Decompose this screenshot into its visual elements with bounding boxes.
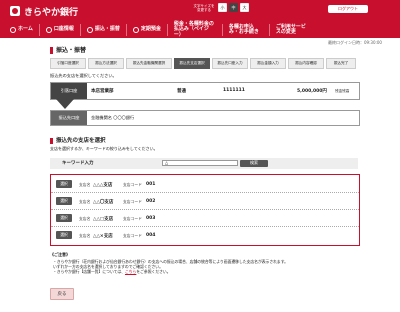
intro-text: 振込先の支店を選択してください。 [50, 73, 117, 78]
main-nav: ホーム 口座情報 振込・振替 定期預金 税金・各種料金の払込み（ペイジー） 各種… [0, 20, 316, 38]
note-link-suffix: をご参照ください。 [136, 269, 171, 274]
from-account-label: 引落口座 [51, 83, 87, 99]
keyword-input[interactable] [162, 160, 238, 166]
step-2: 振込方法選択 [88, 58, 124, 69]
to-bank-name: 金融機関名 〇〇〇銀行 [91, 115, 135, 120]
branch-name: △△□支店 [93, 216, 114, 222]
bank-name: きらやか銀行 [24, 7, 79, 18]
transfer-icon [86, 27, 93, 33]
nav-applications[interactable]: 各種お申込み・お手続き [223, 24, 270, 36]
nav-label: 各種お申込み・お手続き [228, 23, 259, 35]
nav-account-info[interactable]: 口座情報 [40, 24, 81, 36]
nav-transfer[interactable]: 振込・振替 [81, 24, 127, 36]
to-account-row: 振込先口座 金融機関名 〇〇〇銀行 [50, 110, 360, 126]
note-text: きらやか銀行【店舗一覧】については、 [56, 269, 125, 274]
branch-section-subtitle: 支店を選択するか、キーワードの絞り込みをしてください。 [50, 146, 158, 151]
nav-home[interactable]: ホーム [4, 24, 40, 36]
back-button[interactable]: 戻る [50, 288, 74, 300]
step-6: 振込金額入力 [250, 58, 286, 69]
branch-name: △△△支店 [93, 182, 113, 188]
notes: 《ご注意》 ・きらやか銀行（荘内銀行および仙台銀行あわせ銀行）の支店への振込の場… [50, 252, 350, 274]
select-button[interactable]: 選択 [56, 214, 72, 222]
down-arrow-icon [56, 99, 74, 109]
last-login: 最終ログイン日時：09:30:00 [328, 40, 382, 45]
home-icon [10, 27, 16, 33]
nav-label: 口座情報 [53, 26, 74, 33]
from-balance: 5,000,000円 [297, 89, 327, 94]
branch-name-label: 支店名 [79, 233, 91, 238]
page-title: 振込・振替 [50, 47, 366, 54]
nav-label: 税金・各種料金の払込み（ペイジー） [173, 20, 214, 38]
search-button[interactable]: 検索 [240, 159, 268, 167]
step-indicator: 引落口座選択 振込方法選択 振込先金融機関選択 振込先支店選択 振込先口座入力 … [50, 58, 358, 69]
branch-code: 002 [146, 198, 156, 204]
select-button[interactable]: 選択 [56, 180, 72, 188]
notes-title: 《ご注意》 [50, 252, 70, 257]
branch-code-label: 支店コード [123, 216, 142, 221]
to-account-label: 振込先口座 [51, 111, 87, 125]
page: きらやか銀行 文字サイズを変更する 小 中 大 ログアウト ホーム 口座情報 振… [0, 0, 400, 312]
from-account-number: 1111111 [223, 88, 245, 93]
branch-row: 選択 支店名 △△△支店 支店コード 001 [51, 177, 359, 193]
branch-row: 選択 支店名 △△×支店 支店コード 004 [51, 228, 359, 243]
branch-code-label: 支店コード [123, 182, 142, 187]
from-account-type: 普通 [177, 89, 186, 94]
step-3: 振込先金融機関選択 [126, 58, 172, 69]
font-size-small-button[interactable]: 小 [218, 3, 227, 12]
font-size-label: 文字サイズを変更する [193, 3, 215, 12]
branch-code: 003 [146, 215, 156, 221]
deposit-icon [132, 27, 139, 33]
nav-payments[interactable]: 税金・各種料金の払込み（ペイジー） [168, 20, 223, 38]
step-5: 振込先口座入力 [212, 58, 248, 69]
branch-name-label: 支店名 [79, 199, 91, 204]
bank-logo-icon [10, 6, 20, 16]
step-4-current: 振込先支店選択 [174, 58, 210, 69]
select-button[interactable]: 選択 [56, 231, 72, 239]
select-button[interactable]: 選択 [56, 197, 72, 205]
header: きらやか銀行 文字サイズを変更する 小 中 大 ログアウト ホーム 口座情報 振… [0, 0, 400, 38]
account-icon [45, 27, 52, 33]
step-8: 振込完了 [326, 58, 356, 69]
branch-name-label: 支店名 [79, 216, 91, 221]
bank-logo[interactable]: きらやか銀行 [10, 5, 79, 18]
branch-code-label: 支店コード [123, 233, 142, 238]
branch-row: 選択 支店名 △△□支店 支店コード 003 [51, 211, 359, 227]
keyword-search-row: キーワード入力 検索 [50, 158, 358, 169]
nav-label: ご利用サービスの変更 [275, 23, 306, 35]
branch-list-link[interactable]: こちら [125, 269, 136, 274]
step-1: 引落口座選択 [50, 58, 86, 69]
nav-time-deposit[interactable]: 定期預金 [127, 24, 168, 36]
branch-name: △△〇支店 [93, 199, 114, 205]
from-account-row: 引落口座 本店営業部 普通 1111111 5,000,000円 残金残高 [50, 82, 360, 100]
branch-results: 選択 支店名 △△△支店 支店コード 001 選択 支店名 △△〇支店 支店コー… [50, 174, 360, 246]
note-item: ・きらやか銀行【店舗一覧】については、こちらをご参照ください。 [53, 269, 171, 274]
keyword-label: キーワード入力 [62, 161, 94, 166]
nav-label: ホーム [18, 26, 33, 33]
from-balance-label: 残金残高 [335, 88, 350, 93]
font-size-medium-button[interactable]: 中 [229, 3, 238, 12]
branch-code: 001 [146, 181, 156, 187]
nav-label: 振込・振替 [94, 26, 120, 33]
font-size-large-button[interactable]: 大 [240, 3, 249, 12]
logout-button[interactable]: ログアウト [328, 5, 368, 13]
font-size-switcher: 文字サイズを変更する 小 中 大 [192, 3, 249, 12]
branch-row: 選択 支店名 △△〇支店 支店コード 002 [51, 194, 359, 210]
branch-code: 004 [146, 232, 156, 238]
step-7: 振込内容確認 [288, 58, 324, 69]
nav-service-change[interactable]: ご利用サービスの変更 [270, 24, 316, 36]
branch-name: △△×支店 [93, 233, 113, 239]
from-branch: 本店営業部 [91, 89, 114, 94]
branch-name-label: 支店名 [79, 182, 91, 187]
nav-label: 定期預金 [140, 26, 161, 33]
branch-section-title: 振込先の支店を選択 [50, 138, 106, 144]
branch-code-label: 支店コード [123, 199, 142, 204]
